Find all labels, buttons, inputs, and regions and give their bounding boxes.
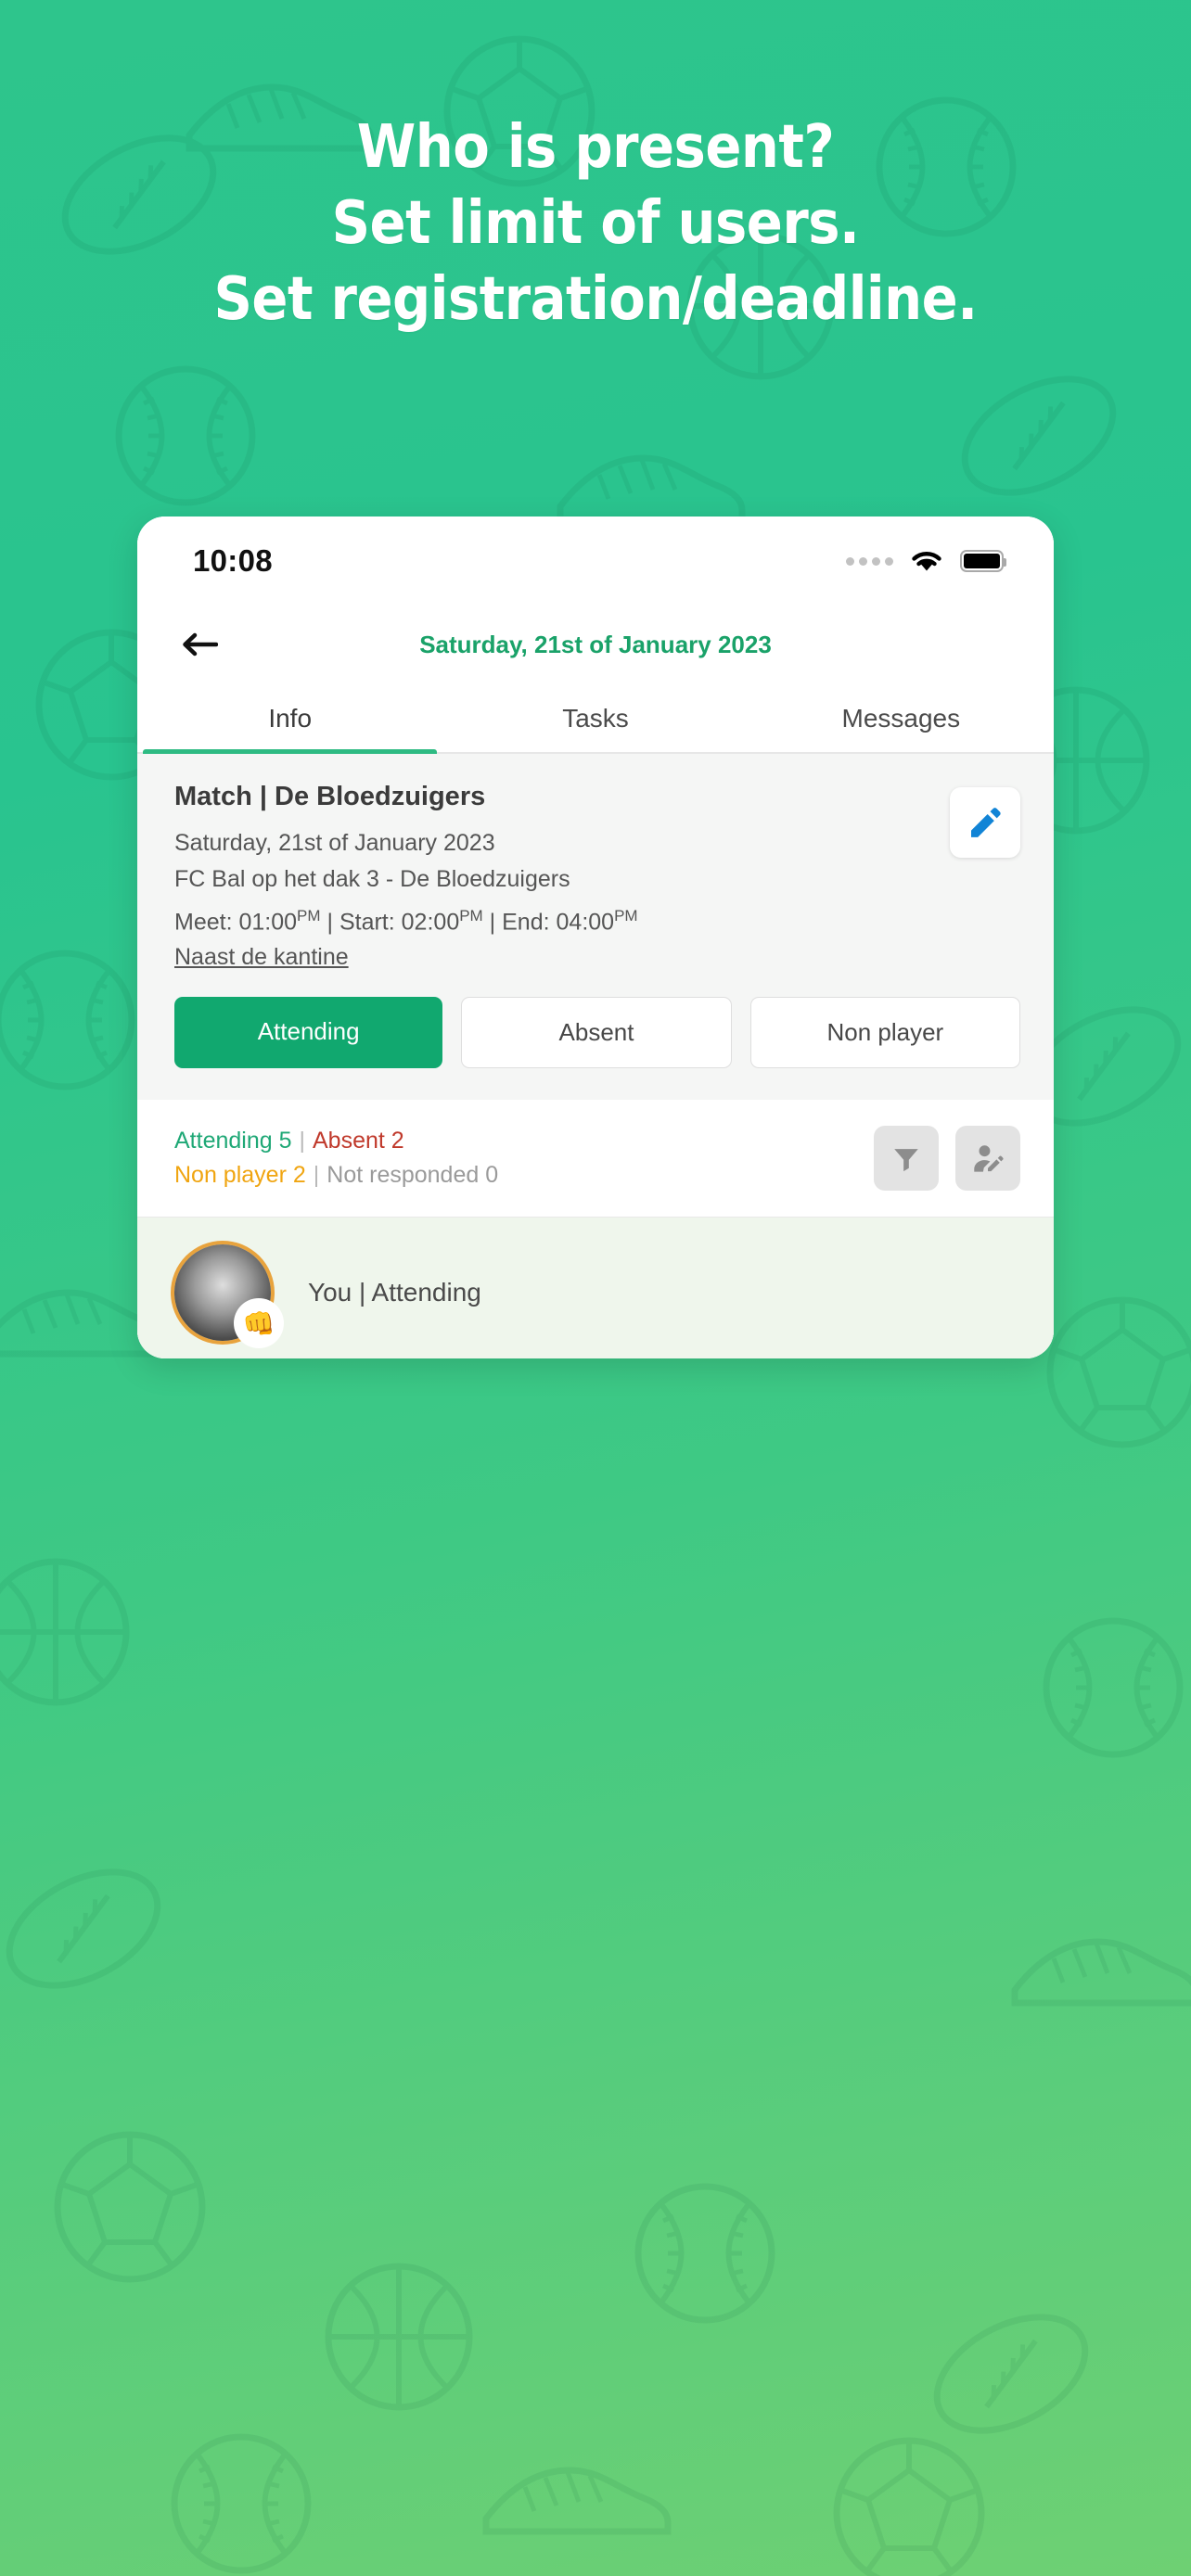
- stat-notresponded-count: 0: [485, 1162, 499, 1189]
- member-list: 👊 You | Attending Constant Lam | Attendi…: [137, 1218, 1054, 1358]
- battery-full-icon: [960, 550, 1006, 572]
- edit-match-button[interactable]: [950, 787, 1020, 858]
- stat-absent-count: 2: [391, 1128, 404, 1154]
- match-info-card: Match | De Bloedzuigers Saturday, 21st o…: [137, 754, 1054, 1101]
- non-player-button[interactable]: Non player: [749, 997, 1020, 1069]
- match-title: Match | De Bloedzuigers: [174, 782, 486, 811]
- stat-attending-label: Attending: [174, 1128, 273, 1154]
- stat-absent-label: Absent: [313, 1128, 385, 1154]
- match-date: Saturday, 21st of January 2023: [174, 830, 495, 856]
- headline-line-1: Who is present?: [356, 113, 835, 182]
- meet-time: 01:00: [238, 909, 298, 936]
- stat-nonplayer-label: Non player: [174, 1162, 287, 1189]
- times-sep-2: |: [489, 909, 496, 936]
- match-times: Meet: 01:00PM | Start: 02:00PM | End: 04…: [174, 898, 1020, 940]
- end-period: PM: [614, 907, 638, 925]
- end-label: End:: [502, 909, 550, 936]
- attending-button[interactable]: Attending: [174, 997, 443, 1069]
- start-period: PM: [459, 907, 483, 925]
- wifi-icon: [912, 552, 941, 571]
- edit-members-button[interactable]: [955, 1126, 1020, 1192]
- member-name: You: [308, 1278, 352, 1307]
- attendance-stats: Attending 5 | Absent 2 Non player 2 | Not re…: [174, 1124, 498, 1192]
- tab-messages[interactable]: Messages: [749, 683, 1054, 752]
- status-bar-time: 10:08: [193, 543, 273, 578]
- match-teams: FC Bal op het dak 3 - De Bloedzuigers: [174, 866, 570, 892]
- stat-attending-count: 5: [278, 1128, 292, 1154]
- avatar-wrapper: 👊: [174, 1244, 284, 1349]
- tab-info[interactable]: Info: [137, 683, 442, 754]
- attendance-stats-row: Attending 5 | Absent 2 Non player 2 | Not re…: [137, 1100, 1054, 1218]
- status-bar: 10:08: [137, 516, 1054, 606]
- absent-button[interactable]: Absent: [461, 997, 732, 1069]
- member-label: You | Attending: [308, 1278, 481, 1307]
- end-time: 04:00: [556, 909, 615, 936]
- filter-button[interactable]: [874, 1126, 939, 1192]
- filter-funnel-icon: [894, 1149, 918, 1172]
- headline-line-2: Set limit of users.: [331, 189, 860, 258]
- signal-dots-icon: [846, 556, 893, 566]
- page-title: Saturday, 21st of January 2023: [419, 630, 772, 658]
- stats-action-buttons: [874, 1126, 1020, 1192]
- tab-bar: Info Tasks Messages: [137, 683, 1054, 754]
- stat-nonplayer-count: 2: [292, 1162, 306, 1189]
- phone-mockup: 10:08 Saturday, 21st of January 2023 Inf…: [137, 516, 1054, 1358]
- person-edit-icon: [974, 1145, 1004, 1172]
- status-bar-icons: [846, 548, 1006, 574]
- member-sep: |: [359, 1278, 366, 1307]
- attendance-button-group: Attending Absent Non player: [174, 997, 1020, 1069]
- meet-label: Meet:: [174, 909, 233, 936]
- start-time: 02:00: [401, 909, 460, 936]
- tab-tasks[interactable]: Tasks: [442, 683, 748, 752]
- meet-period: PM: [297, 907, 321, 925]
- start-label: Start:: [339, 909, 395, 936]
- stat-sep-2: |: [313, 1162, 320, 1189]
- navigation-bar: Saturday, 21st of January 2023: [137, 606, 1054, 683]
- match-location-link[interactable]: Naast de kantine: [174, 944, 349, 971]
- headline-line-3: Set registration/deadline.: [213, 265, 978, 334]
- app-screen: 10:08 Saturday, 21st of January 2023 Inf…: [137, 516, 1054, 1358]
- pencil-edit-icon: [971, 808, 1001, 837]
- promo-headline: Who is present? Set limit of users. Set …: [0, 109, 1191, 338]
- list-item[interactable]: 👊 You | Attending: [137, 1218, 1054, 1358]
- member-status: Attending: [371, 1278, 481, 1307]
- stat-sep-1: |: [299, 1128, 306, 1154]
- arrow-left-icon: [183, 632, 218, 657]
- times-sep-1: |: [327, 909, 334, 936]
- fist-bump-icon: 👊: [234, 1298, 284, 1349]
- back-button[interactable]: [174, 619, 224, 670]
- stat-notresponded-label: Not responded: [327, 1162, 480, 1189]
